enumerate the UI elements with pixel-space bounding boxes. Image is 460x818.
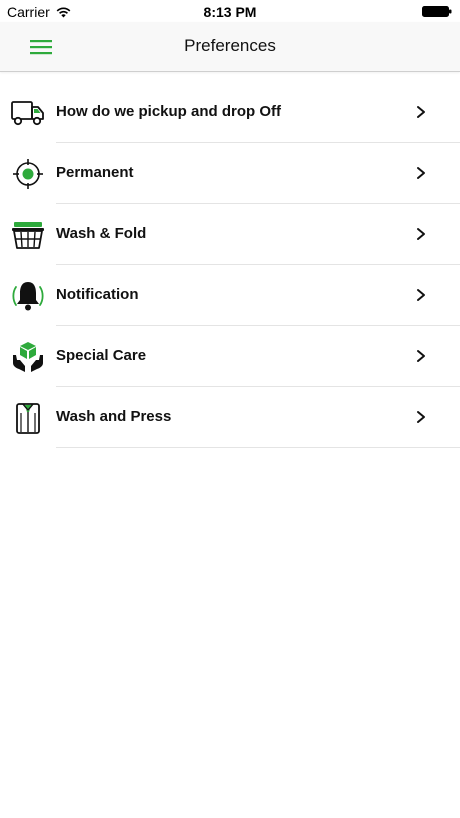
preference-label: Notification — [56, 286, 139, 303]
preference-row-pickup-dropoff[interactable]: How do we pickup and drop Off — [0, 82, 460, 143]
hands-box-icon — [13, 342, 43, 372]
preference-label: How do we pickup and drop Off — [56, 103, 281, 120]
preference-label: Wash and Press — [56, 408, 172, 425]
preference-row-permanent[interactable]: Permanent — [0, 143, 460, 204]
row-divider — [56, 447, 460, 448]
preference-row-special-care[interactable]: Special Care — [0, 326, 460, 387]
status-bar: Carrier 8:13 PM — [0, 0, 460, 22]
chevron-right-icon — [417, 411, 425, 423]
navigation-bar: Preferences — [0, 22, 460, 72]
shirt-icon — [16, 403, 40, 434]
preference-row-notification[interactable]: Notification — [0, 265, 460, 326]
preference-label: Special Care — [56, 347, 147, 364]
target-icon — [13, 159, 43, 189]
chevron-right-icon — [417, 167, 425, 179]
delivery-truck-icon — [11, 101, 44, 126]
preference-label: Permanent — [56, 164, 134, 181]
chevron-right-icon — [417, 106, 425, 118]
chevron-right-icon — [417, 289, 425, 301]
preference-row-wash-fold[interactable]: Wash & Fold — [0, 204, 460, 265]
preference-row-wash-press[interactable]: Wash and Press — [0, 387, 460, 448]
status-time: 8:13 PM — [203, 4, 257, 20]
battery-icon — [422, 6, 452, 17]
chevron-right-icon — [417, 350, 425, 362]
bell-icon — [12, 282, 44, 311]
preferences-list: How do we pickup and drop Off Permanent — [0, 82, 460, 448]
preference-label: Wash & Fold — [56, 225, 147, 242]
page-title: Preferences — [184, 36, 276, 55]
laundry-basket-icon — [12, 222, 44, 249]
chevron-right-icon — [417, 228, 425, 240]
